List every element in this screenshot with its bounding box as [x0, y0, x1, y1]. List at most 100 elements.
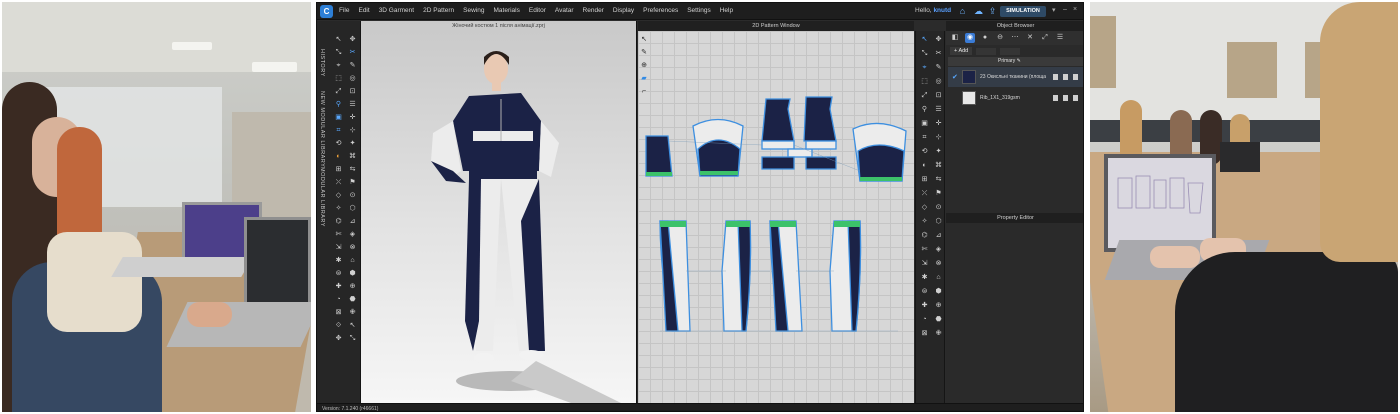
list-icon[interactable]: ☰ — [1055, 33, 1065, 43]
menu-item[interactable]: Materials — [494, 7, 520, 14]
tool-icon[interactable]: ↖ — [347, 321, 358, 330]
tool-icon[interactable]: ⊹ — [933, 133, 944, 142]
app-logo-icon[interactable]: C — [320, 5, 333, 18]
tool-icon[interactable]: ⌗ — [333, 126, 344, 135]
tool-icon[interactable]: ⊗ — [933, 259, 944, 268]
tool-icon[interactable]: ⊞ — [919, 175, 930, 184]
tool-icon[interactable]: ⊜ — [333, 269, 344, 278]
tool-icon[interactable]: ◎ — [933, 77, 944, 86]
menu-item[interactable]: Editor — [529, 7, 546, 14]
tool-icon[interactable]: ⊿ — [933, 231, 944, 240]
tool-icon[interactable]: ⌬ — [333, 217, 344, 226]
tool-icon[interactable]: ▣ — [919, 119, 930, 128]
transform-pattern-icon[interactable]: ↖ — [639, 35, 649, 45]
tool-icon[interactable]: ⚑ — [347, 178, 358, 187]
tool-icon[interactable]: ⊕ — [933, 301, 944, 310]
tool-icon[interactable]: ⊞ — [333, 165, 344, 174]
tool-icon[interactable]: ✛ — [347, 113, 358, 122]
tool-icon[interactable]: ◎ — [347, 74, 358, 83]
edit-point-icon[interactable]: ✎ — [639, 48, 649, 58]
add-button[interactable]: + Add — [950, 47, 973, 55]
tool-icon[interactable]: ⤫ — [919, 189, 930, 198]
tool-icon[interactable]: ⬢ — [347, 269, 358, 278]
tool-icon[interactable]: ⬚ — [333, 74, 344, 83]
menu-item[interactable]: Edit — [358, 7, 369, 14]
tab-history[interactable]: HISTORY — [319, 49, 325, 77]
tool-icon[interactable]: ⊗ — [347, 243, 358, 252]
fabric-action-icon[interactable] — [1073, 74, 1078, 80]
3d-garment-window[interactable]: Жіночий костюм 1 після анімації.zprj — [361, 21, 637, 403]
trim-icon[interactable]: ✕ — [1025, 33, 1035, 43]
tool-icon[interactable]: ✎ — [933, 63, 944, 72]
tool-icon[interactable]: ⬢ — [933, 287, 944, 296]
tool-icon[interactable]: ⚲ — [333, 100, 344, 109]
tool-icon[interactable]: ⌂ — [347, 256, 358, 265]
fold-icon[interactable]: ⌐ — [639, 87, 649, 97]
tool-icon[interactable]: ⤢ — [919, 91, 930, 100]
topstitch-icon[interactable]: ⋯ — [1010, 33, 1020, 43]
tool-icon[interactable]: ⊠ — [333, 308, 344, 317]
tool-icon[interactable]: ✱ — [333, 256, 344, 265]
tool-icon[interactable]: ◇ — [919, 203, 930, 212]
tool-icon[interactable]: ⊕ — [347, 282, 358, 291]
menu-item[interactable]: Preferences — [643, 7, 678, 14]
fabric-icon[interactable]: ◉ — [965, 33, 975, 43]
tool-icon[interactable]: ✛ — [933, 119, 944, 128]
fabric-action-icon[interactable] — [1073, 95, 1078, 101]
fabric-action-icon[interactable] — [1053, 95, 1058, 101]
tool-icon[interactable]: ◇ — [333, 191, 344, 200]
tool-icon[interactable]: ⇲ — [919, 259, 930, 268]
tool-icon[interactable]: ⊠ — [919, 329, 930, 338]
tool-icon[interactable]: ⌘ — [933, 161, 944, 170]
tab-modular-library[interactable]: MODULAR LIBRARY — [319, 167, 325, 227]
tool-icon[interactable]: ✚ — [919, 301, 930, 310]
tool-icon[interactable]: ◈ — [347, 230, 358, 239]
tool-icon[interactable]: ◔ — [919, 315, 930, 324]
tool-icon[interactable]: ⌘ — [347, 152, 358, 161]
tool-icon[interactable]: ⤡ — [347, 334, 358, 343]
tool-icon[interactable]: ⌬ — [919, 231, 930, 240]
colorway-selector[interactable]: Primary ✎ — [948, 57, 1083, 66]
home-icon[interactable]: ⌂ — [957, 6, 968, 17]
minimize-icon[interactable]: – — [1063, 6, 1067, 13]
tool-icon[interactable]: ✙ — [933, 329, 944, 338]
tool-icon[interactable]: ⊜ — [919, 287, 930, 296]
tool-icon[interactable]: ⊡ — [347, 87, 358, 96]
menu-item[interactable]: 3D Garment — [379, 7, 414, 14]
tool-icon[interactable]: ✥ — [333, 334, 344, 343]
button-icon[interactable]: ● — [980, 33, 990, 43]
tool-icon[interactable]: ⬡ — [933, 217, 944, 226]
tool-icon[interactable]: ⇆ — [347, 165, 358, 174]
tool-icon[interactable]: ⌖ — [919, 63, 930, 72]
fabric-action-icon[interactable] — [1063, 74, 1068, 80]
tool-icon[interactable]: ✧ — [919, 217, 930, 226]
buttonhole-icon[interactable]: ⊖ — [995, 33, 1005, 43]
tool-icon[interactable]: ↖ — [333, 35, 344, 44]
tool-icon[interactable]: ✥ — [933, 35, 944, 44]
fabric-item[interactable]: Rib_1X1_319gsm — [948, 88, 1083, 108]
tool-icon[interactable]: ⚑ — [933, 189, 944, 198]
tool-icon[interactable]: ⬚ — [919, 77, 930, 86]
tool-icon[interactable]: ⚲ — [919, 105, 930, 114]
2d-pattern-window[interactable] — [638, 31, 914, 403]
tool-icon[interactable]: ⟲ — [333, 139, 344, 148]
segment-icon[interactable]: ▰ — [639, 74, 649, 84]
fabric-item[interactable]: ✔ 23 Окисльні тканини (площа — [948, 67, 1083, 87]
tab-new-modular-library[interactable]: NEW MODULAR LIBRARY — [319, 91, 325, 167]
tool-icon[interactable]: ⊙ — [347, 191, 358, 200]
simulation-button[interactable]: SIMULATION — [1000, 6, 1046, 17]
tool-icon[interactable]: ◐ — [333, 152, 344, 161]
tool-icon[interactable]: ✦ — [933, 147, 944, 156]
tool-icon[interactable]: ✧ — [333, 204, 344, 213]
tool-icon[interactable]: ⊡ — [933, 91, 944, 100]
menu-item[interactable]: Sewing — [463, 7, 484, 14]
menu-item[interactable]: Help — [720, 7, 733, 14]
fabric-action-icon[interactable] — [1053, 74, 1058, 80]
tool-icon[interactable]: ↖ — [919, 35, 930, 44]
tool-icon[interactable]: ⇲ — [333, 243, 344, 252]
tool-icon[interactable]: ✄ — [333, 230, 344, 239]
zoom-icon[interactable]: ⊕ — [639, 61, 649, 71]
tool-icon[interactable]: ⬣ — [347, 295, 358, 304]
fabric-action-icon[interactable] — [1063, 95, 1068, 101]
measure-icon[interactable]: ⤢ — [1040, 33, 1050, 43]
